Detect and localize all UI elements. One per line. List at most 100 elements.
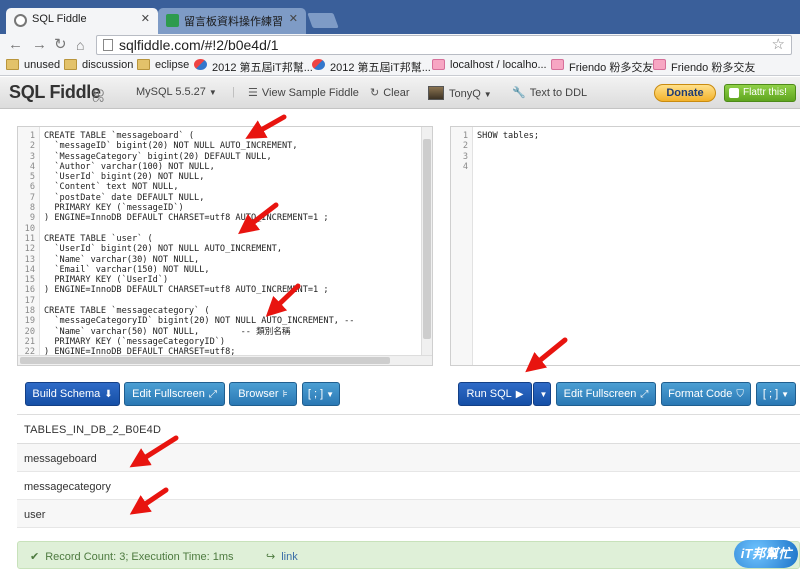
forward-arrow-icon[interactable]: →: [32, 36, 47, 54]
code-line[interactable]: SHOW tables;: [477, 131, 788, 141]
code-line[interactable]: ) ENGINE=InnoDB DEFAULT CHARSET=utf8 AUT…: [44, 213, 420, 223]
scroll-thumb[interactable]: [423, 139, 431, 339]
status-text: Record Count: 3; Execution Time: 1ms: [45, 551, 234, 563]
play-icon: ▶: [515, 389, 524, 400]
gem-icon: [312, 59, 325, 70]
expand-icon: ⤢: [208, 389, 217, 400]
brand-title[interactable]: SQL Fiddle: [9, 82, 101, 103]
donate-button[interactable]: Donate: [654, 84, 716, 102]
schema-code[interactable]: CREATE TABLE `messageboard` ( `messageID…: [44, 127, 420, 358]
page-icon: [103, 39, 113, 51]
avatar: [428, 86, 444, 100]
tab-sql-fiddle[interactable]: SQL Fiddle ✕: [6, 8, 158, 34]
bookmark-localhost[interactable]: localhost / localho...: [432, 59, 547, 71]
code-line[interactable]: ) ENGINE=InnoDB DEFAULT CHARSET=utf8 AUT…: [44, 285, 420, 295]
refresh-icon: ↻: [370, 87, 380, 99]
tab-message-board[interactable]: 留言板資料操作練習 ✕: [158, 8, 306, 34]
table-row: user: [17, 500, 800, 528]
code-line[interactable]: `MessageCategory` bigint(20) DEFAULT NUL…: [44, 152, 420, 162]
code-line[interactable]: [44, 296, 420, 306]
new-tab-button[interactable]: [307, 13, 339, 28]
code-line[interactable]: CREATE TABLE `messagecategory` (: [44, 306, 420, 316]
schema-editor[interactable]: 1 2 3 4 5 6 7 8 9 10 11 12 13 14 15 16 17 18 19 20 21 22 CREA…: [17, 126, 433, 366]
flattr-button[interactable]: Flattr this!: [724, 84, 796, 102]
db-version-dropdown[interactable]: MySQL 5.5.27 ▼: [136, 86, 217, 98]
code-line[interactable]: PRIMARY KEY (`messageID`): [44, 203, 420, 213]
ithome-watermark-logo: iT邦幫忙: [734, 540, 798, 568]
user-menu[interactable]: TonyQ ▼: [428, 86, 492, 100]
bookmark-discussion[interactable]: discussion: [64, 59, 133, 71]
code-line[interactable]: CREATE TABLE `user` (: [44, 234, 420, 244]
code-line[interactable]: [477, 162, 788, 172]
code-line[interactable]: [477, 141, 788, 151]
query-terminator-dropdown[interactable]: [ ; ] ▼: [756, 382, 796, 406]
code-line[interactable]: `messageCategoryID` bigint(20) NOT NULL …: [44, 316, 420, 326]
nav-divider: |: [232, 86, 235, 98]
code-line[interactable]: `postDate` date DEFAULT NULL,: [44, 193, 420, 203]
line-number: 2: [29, 141, 35, 152]
bookmark-star-icon[interactable]: ☆: [772, 36, 785, 54]
check-icon: ✔: [30, 551, 40, 563]
code-line[interactable]: `Content` text NOT NULL,: [44, 182, 420, 192]
line-number: 15: [24, 275, 35, 286]
edit-fullscreen-query-button[interactable]: Edit Fullscreen ⤢: [556, 382, 656, 406]
address-bar[interactable]: sqlfiddle.com/#!2/b0e4d/1 ☆: [96, 35, 792, 55]
wrench-icon: 🔧: [512, 87, 526, 99]
code-line[interactable]: PRIMARY KEY (`UserId`): [44, 275, 420, 285]
code-line[interactable]: `Name` varchar(50) NOT NULL, -- 類別名稱: [44, 327, 420, 337]
scroll-thumb[interactable]: [20, 357, 390, 364]
bookmark-unused[interactable]: unused: [6, 59, 60, 71]
permalink[interactable]: ↪ link: [266, 550, 298, 563]
line-number: 2: [462, 141, 468, 152]
bookmark-friendo-1[interactable]: Friendo 粉多交友: [551, 59, 653, 75]
bookmark-ithome-2[interactable]: 2012 第五屆iT邦幫...: [312, 59, 431, 75]
gem-icon: [194, 59, 207, 70]
code-line[interactable]: `messageID` bigint(20) NOT NULL AUTO_INC…: [44, 141, 420, 151]
code-line[interactable]: `Email` varchar(150) NOT NULL,: [44, 265, 420, 275]
line-number: 19: [24, 316, 35, 327]
code-line[interactable]: `UserId` bigint(20) NOT NULL,: [44, 172, 420, 182]
line-number: 18: [24, 306, 35, 317]
home-icon[interactable]: ⌂: [76, 36, 84, 54]
query-editor[interactable]: 1234 SHOW tables;: [450, 126, 800, 366]
run-sql-button[interactable]: Run SQL ▶: [458, 382, 532, 406]
line-number: 16: [24, 285, 35, 296]
browser-button[interactable]: Browser ⊧: [229, 382, 297, 406]
line-number-gutter: 1234: [451, 127, 473, 365]
bookmark-ithome-1[interactable]: 2012 第五屆iT邦幫...: [194, 59, 313, 75]
line-number: 3: [462, 151, 468, 162]
code-line[interactable]: `Author` varchar(100) NOT NULL,: [44, 162, 420, 172]
friendo-icon: [653, 59, 666, 70]
results-table: TABLES_IN_DB_2_B0E4D messageboard messag…: [17, 414, 800, 528]
edit-fullscreen-schema-button[interactable]: Edit Fullscreen ⤢: [124, 382, 225, 406]
run-sql-dropdown[interactable]: ▼: [533, 382, 551, 406]
pma-icon: [432, 59, 445, 70]
line-number: 10: [24, 223, 35, 234]
code-line[interactable]: [44, 224, 420, 234]
clear-button[interactable]: ↻ Clear: [370, 86, 410, 99]
line-number: 5: [29, 172, 35, 183]
close-icon[interactable]: ✕: [141, 12, 150, 25]
browser-toolbar: ← → ↻ ⌂ sqlfiddle.com/#!2/b0e4d/1 ☆: [0, 34, 800, 56]
reload-icon[interactable]: ↻: [54, 36, 67, 54]
view-sample-fiddle-button[interactable]: ☰ View Sample Fiddle: [248, 86, 359, 99]
back-arrow-icon[interactable]: ←: [8, 36, 23, 54]
vertical-scrollbar[interactable]: [421, 127, 432, 365]
text-to-ddl-button[interactable]: 🔧 Text to DDL: [512, 86, 587, 99]
code-line[interactable]: `UserId` bigint(20) NOT NULL AUTO_INCREM…: [44, 244, 420, 254]
bookmarks-bar: unused discussion eclipse 2012 第五屆iT邦幫..…: [0, 56, 800, 76]
code-line[interactable]: [477, 152, 788, 162]
format-code-button[interactable]: Format Code ⛉: [661, 382, 751, 406]
bookmark-friendo-2[interactable]: Friendo 粉多交友: [653, 59, 755, 75]
bookmark-eclipse[interactable]: eclipse: [137, 59, 189, 71]
code-line[interactable]: PRIMARY KEY (`messageCategoryID`): [44, 337, 420, 347]
close-icon[interactable]: ✕: [289, 12, 298, 25]
build-schema-button[interactable]: Build Schema ⬇: [25, 382, 120, 406]
table-row: messageboard: [17, 444, 800, 472]
folder-icon: [64, 59, 77, 70]
schema-terminator-dropdown[interactable]: [ ; ] ▼: [302, 382, 340, 406]
code-line[interactable]: `Name` varchar(30) NOT NULL,: [44, 255, 420, 265]
query-code[interactable]: SHOW tables;: [477, 127, 788, 172]
code-line[interactable]: CREATE TABLE `messageboard` (: [44, 131, 420, 141]
horizontal-scrollbar[interactable]: [18, 355, 432, 365]
